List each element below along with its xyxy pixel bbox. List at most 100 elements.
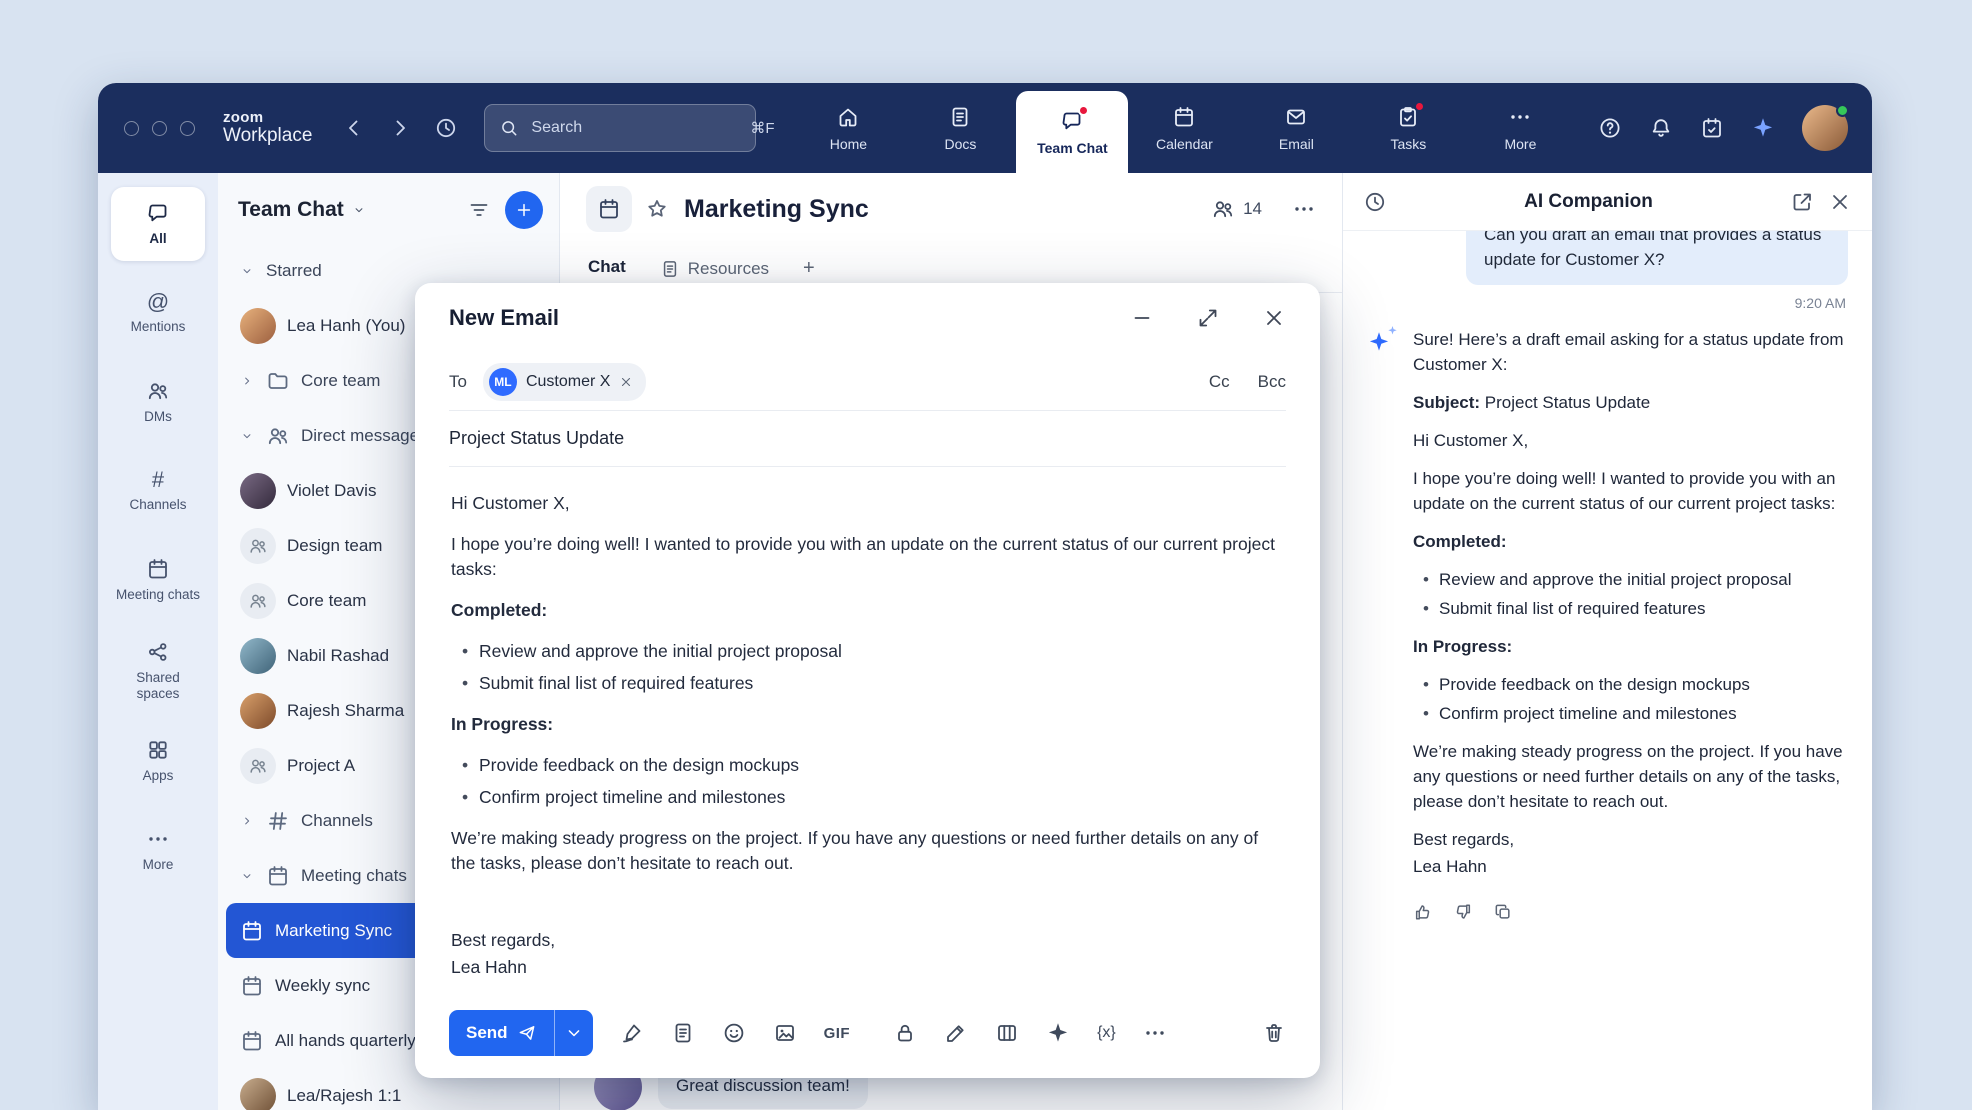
copy-icon[interactable] (1493, 902, 1513, 922)
window-maximize-button[interactable] (180, 121, 195, 136)
rail-label: Meeting chats (116, 587, 200, 603)
tab-label: Resources (688, 259, 769, 279)
nav-tasks[interactable]: Tasks (1352, 83, 1464, 173)
calendar-check-icon[interactable] (1700, 116, 1724, 140)
nav-calendar[interactable]: Calendar (1128, 83, 1240, 173)
rail-item-shared-spaces[interactable]: Shared spaces (111, 632, 205, 709)
ai-companion-icon[interactable] (1751, 116, 1775, 140)
item-label: Lea/Rajesh 1:1 (287, 1086, 401, 1106)
forward-icon[interactable] (388, 116, 412, 140)
filter-icon[interactable] (467, 198, 491, 222)
search-icon (499, 118, 519, 138)
home-icon (836, 105, 860, 129)
nav-email[interactable]: Email (1240, 83, 1352, 173)
nav-more[interactable]: More (1464, 83, 1576, 173)
list-item: Confirm project timeline and milestones (479, 785, 1284, 810)
list-item: Provide feedback on the design mockups (1439, 672, 1848, 697)
nav-team-chat[interactable]: Team Chat (1016, 91, 1128, 173)
sidebar-title[interactable]: Team Chat (238, 198, 366, 222)
bcc-button[interactable]: Bcc (1258, 372, 1286, 392)
history-icon[interactable] (1363, 190, 1387, 214)
members-count-value: 14 (1243, 199, 1262, 219)
docs-icon (948, 105, 972, 129)
variables-button[interactable]: {x} (1097, 1024, 1116, 1042)
item-label: Nabil Rashad (287, 646, 389, 666)
subject-field[interactable]: Project Status Update (449, 411, 1286, 467)
rail-item-apps[interactable]: Apps (111, 724, 205, 798)
rail-item-dms[interactable]: DMs (111, 365, 205, 439)
star-icon[interactable] (645, 197, 669, 221)
send-options-button[interactable] (555, 1010, 593, 1056)
item-label: Violet Davis (287, 481, 376, 501)
help-icon[interactable] (1598, 116, 1622, 140)
emoji-icon[interactable] (722, 1021, 746, 1045)
signature-icon[interactable] (620, 1021, 644, 1045)
nav-docs[interactable]: Docs (904, 83, 1016, 173)
subject-value: Project Status Update (1485, 393, 1650, 412)
ai-sparkle-icon[interactable] (1046, 1021, 1070, 1045)
ai-subject-line: Subject: Project Status Update (1413, 390, 1848, 415)
email-intro: I hope you’re doing well! I wanted to pr… (451, 532, 1284, 582)
avatar (240, 473, 276, 509)
ai-companion-panel: AI Companion Can you draft an email that… (1342, 173, 1872, 1110)
thumbs-down-icon[interactable] (1453, 902, 1473, 922)
rail-item-meeting-chats[interactable]: Meeting chats (111, 543, 205, 617)
section-label: Core team (301, 371, 380, 391)
message-timestamp: 9:20 AM (1367, 295, 1846, 311)
remove-recipient-icon[interactable] (619, 375, 633, 389)
search-input[interactable] (529, 118, 740, 138)
lock-icon[interactable] (893, 1021, 917, 1045)
user-avatar[interactable] (1802, 105, 1848, 151)
edit-pencil-icon[interactable] (944, 1021, 968, 1045)
resources-icon (660, 259, 680, 279)
email-signature: Lea Hahn (451, 955, 1284, 980)
recipient-avatar: ML (489, 368, 517, 396)
recipient-chip[interactable]: ML Customer X (483, 363, 646, 401)
send-button[interactable]: Send (449, 1010, 555, 1056)
thumbs-up-icon[interactable] (1413, 902, 1433, 922)
ai-signature: Lea Hahn (1413, 854, 1848, 879)
rail-item-mentions[interactable]: @ Mentions (111, 276, 205, 350)
channel-more-icon[interactable] (1292, 197, 1316, 221)
nav-label: Tasks (1391, 136, 1427, 152)
search-shortcut: ⌘F (750, 119, 774, 137)
image-icon[interactable] (773, 1021, 797, 1045)
channel-calendar-icon (586, 186, 632, 232)
modal-header: New Email (449, 283, 1286, 353)
rail-item-all[interactable]: All (111, 187, 205, 261)
email-body-editor[interactable]: Hi Customer X, I hope you’re doing well!… (449, 467, 1286, 994)
expand-icon[interactable] (1196, 306, 1220, 330)
item-label: Rajesh Sharma (287, 701, 404, 721)
list-item: Confirm project timeline and milestones (1439, 701, 1848, 726)
left-rail: All @ Mentions DMs # Channels Meeting ch… (98, 173, 218, 1110)
recipient-row: To ML Customer X Cc Bcc (449, 353, 1286, 411)
history-icon[interactable] (434, 116, 458, 140)
email-icon (1284, 105, 1308, 129)
layout-icon[interactable] (995, 1021, 1019, 1045)
rail-item-channels[interactable]: # Channels (111, 454, 205, 528)
close-icon[interactable] (1828, 190, 1852, 214)
item-label: Project A (287, 756, 355, 776)
members-count[interactable]: 14 (1211, 197, 1262, 221)
cc-button[interactable]: Cc (1209, 372, 1230, 392)
nav-home[interactable]: Home (792, 83, 904, 173)
window-minimize-button[interactable] (152, 121, 167, 136)
back-icon[interactable] (342, 116, 366, 140)
gif-button[interactable]: GIF (824, 1025, 851, 1042)
notifications-bell-icon[interactable] (1649, 116, 1673, 140)
open-external-icon[interactable] (1790, 190, 1814, 214)
more-icon[interactable] (1143, 1021, 1167, 1045)
add-chat-button[interactable] (505, 191, 543, 229)
rail-item-more[interactable]: More (111, 813, 205, 887)
rail-label: All (149, 231, 166, 247)
window-close-button[interactable] (124, 121, 139, 136)
meeting-calendar-icon (240, 919, 264, 943)
minimize-icon[interactable] (1130, 306, 1154, 330)
template-icon[interactable] (671, 1021, 695, 1045)
nav-label: Team Chat (1037, 140, 1108, 156)
close-icon[interactable] (1262, 306, 1286, 330)
global-search[interactable]: ⌘F (484, 104, 756, 152)
trash-icon[interactable] (1262, 1021, 1286, 1045)
sidebar-header: Team Chat (218, 173, 559, 241)
ai-conversation: Can you draft an email that provides a s… (1343, 231, 1872, 1110)
